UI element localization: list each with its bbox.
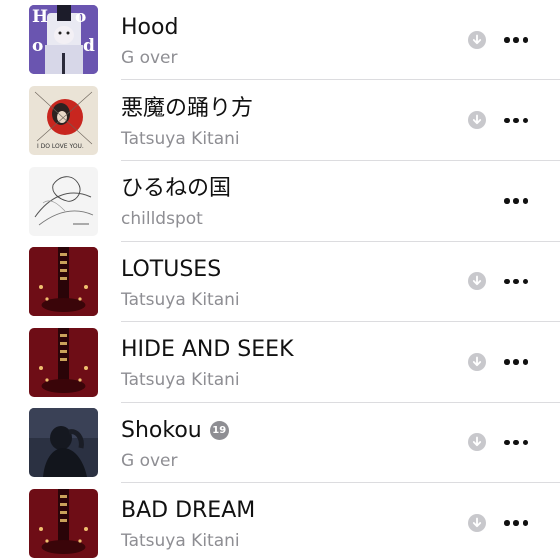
more-options-icon[interactable] — [504, 439, 528, 446]
album-art-hood[interactable]: H o o d — [29, 5, 98, 74]
song-title-text: Shokou — [121, 417, 202, 443]
age-rating-badge: 19 — [209, 421, 229, 440]
song-title: Shokou 19 — [121, 417, 229, 443]
song-row-akuma-no-odorikata[interactable]: I DO LOVE YOU. 悪魔の踊り方 Tatsuya Kitani — [0, 81, 560, 161]
song-title: ひるねの国 — [121, 176, 232, 201]
song-artist: G over — [121, 48, 178, 68]
more-options-icon[interactable] — [504, 278, 528, 285]
more-options-icon[interactable] — [504, 520, 528, 526]
album-art-lotuses[interactable] — [29, 247, 98, 316]
hood-letter: o — [75, 7, 86, 27]
song-row-shokou[interactable]: Shokou 19 G over — [0, 403, 560, 483]
song-title: BAD DREAM — [121, 498, 256, 523]
downloaded-icon — [468, 31, 486, 49]
song-row-bad-dream[interactable]: BAD DREAM Tatsuya Kitani — [0, 483, 560, 560]
song-row-lotuses[interactable]: LOTUSES Tatsuya Kitani — [0, 242, 560, 322]
song-list: H o o d Hood G over I DO LOVE YOU. 悪魔の踊り… — [0, 0, 560, 560]
akuma-caption: I DO LOVE YOU. — [37, 143, 84, 150]
song-title: 悪魔の踊り方 — [121, 95, 254, 121]
song-artist: Tatsuya Kitani — [121, 370, 240, 390]
album-art-akuma[interactable]: I DO LOVE YOU. — [29, 86, 98, 155]
downloaded-icon — [468, 272, 486, 290]
song-artist: Tatsuya Kitani — [121, 289, 240, 310]
downloaded-icon — [468, 111, 486, 129]
downloaded-icon — [468, 433, 486, 451]
song-title: HIDE AND SEEK — [121, 337, 294, 362]
more-options-icon[interactable] — [504, 37, 528, 43]
album-art-shokou[interactable] — [29, 408, 98, 477]
album-art-hirune[interactable] — [29, 166, 98, 236]
downloaded-icon — [468, 352, 486, 371]
more-options-icon[interactable] — [504, 198, 528, 204]
hood-letter: d — [83, 36, 95, 56]
album-art-hide-and-seek[interactable] — [29, 327, 98, 397]
more-options-icon[interactable] — [504, 117, 528, 124]
more-options-icon[interactable] — [504, 359, 528, 365]
song-row-hood[interactable]: H o o d Hood G over — [0, 0, 560, 81]
hood-letter: o — [32, 36, 43, 56]
song-row-hirune-no-kuni[interactable]: ひるねの国 chilldspot — [0, 161, 560, 242]
song-row-hide-and-seek[interactable]: HIDE AND SEEK Tatsuya Kitani — [0, 322, 560, 403]
song-title: Hood — [121, 15, 179, 40]
song-artist: G over — [121, 450, 178, 471]
song-artist: Tatsuya Kitani — [121, 531, 240, 551]
hood-letter: H — [32, 7, 48, 27]
album-art-bad-dream[interactable] — [29, 488, 98, 558]
song-artist: Tatsuya Kitani — [121, 128, 240, 149]
song-artist: chilldspot — [121, 209, 203, 229]
downloaded-icon — [468, 513, 486, 532]
song-title: LOTUSES — [121, 256, 222, 282]
